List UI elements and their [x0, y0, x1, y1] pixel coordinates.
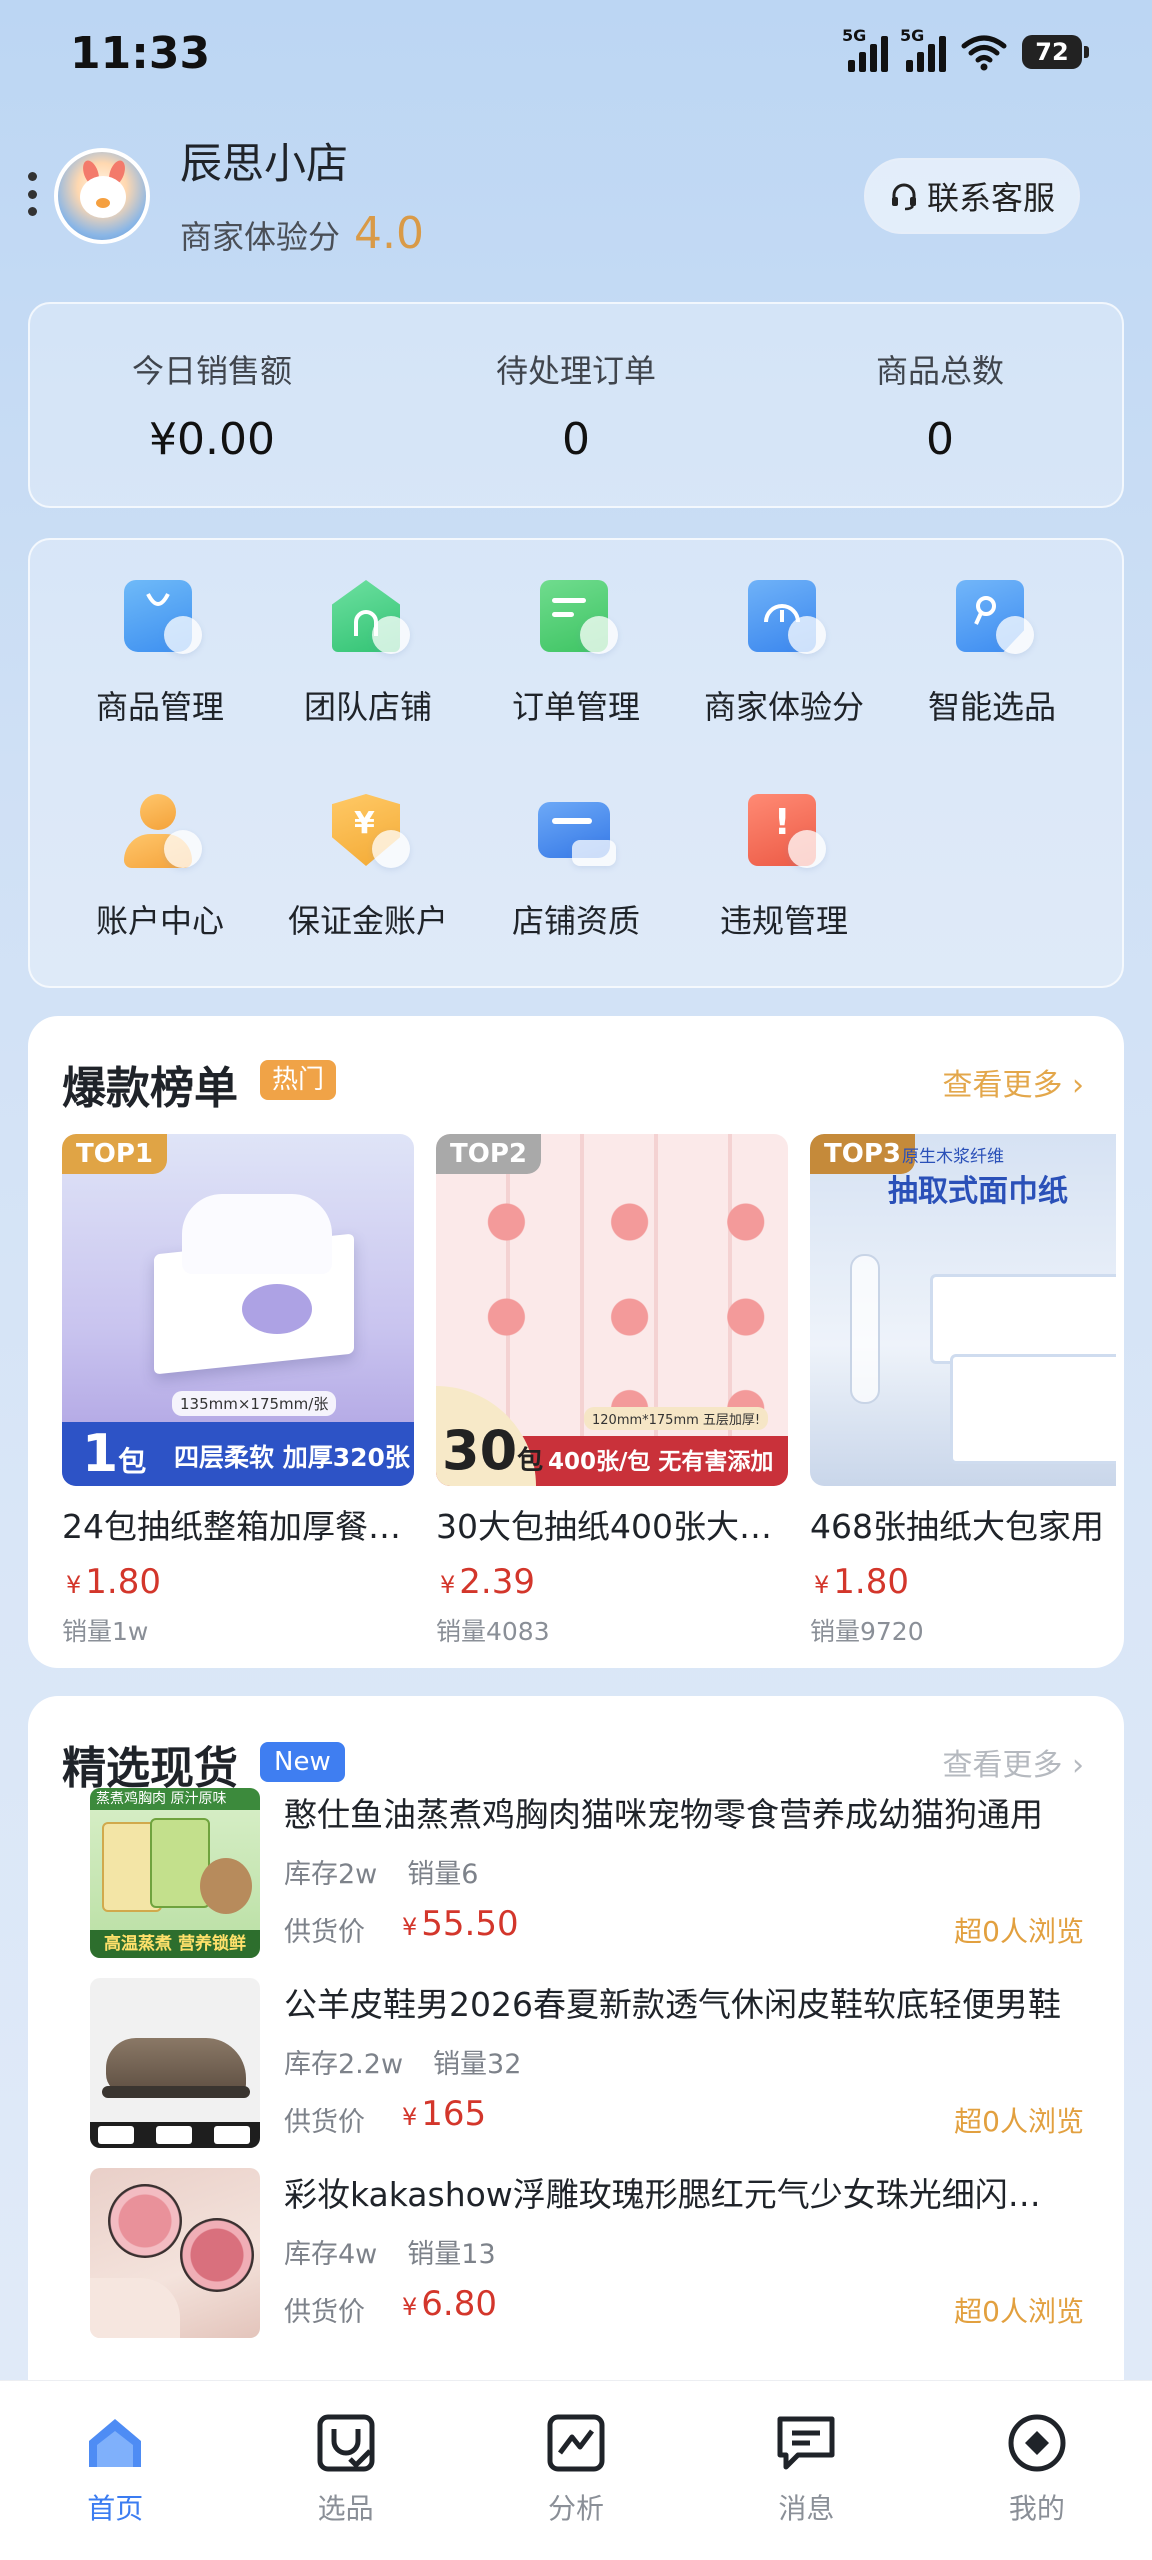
hot-list-scroller[interactable]: TOP1 1包 四层柔软 加厚320张 135mm×175mm/张 24包抽纸整…	[62, 1134, 1116, 1654]
function-menu: 商品管理 团队店铺 订单管理 商家体验分 智能选品 账户中心 ¥ 保证金账户 店…	[28, 538, 1124, 988]
status-icons: 5G 5G 72	[842, 26, 1089, 72]
certificate-icon	[526, 784, 626, 884]
search-tag-icon	[942, 570, 1042, 670]
product-image: TOP2 30包 400张/包 无有害添加 120mm*175mm 五层加厚!	[436, 1134, 788, 1486]
selected-item[interactable]: 蒸煮鸡胸肉 原汁原味 高温蒸煮 营养锁鲜 憨仕鱼油蒸煮鸡胸肉猫咪宠物零食营养成幼…	[90, 1788, 1090, 1960]
store-icon	[318, 570, 418, 670]
selected-goods-section: 精选现货 New 查看更多 › 蒸煮鸡胸肉 原汁原味 高温蒸煮 营养锁鲜 憨仕鱼…	[28, 1696, 1124, 2396]
user-icon	[110, 784, 210, 884]
contact-service-button[interactable]: 联系客服	[864, 158, 1080, 234]
product-price: ¥2.39	[440, 1562, 535, 1602]
product-image	[90, 1978, 260, 2148]
selected-see-more-link[interactable]: 查看更多 ›	[942, 1740, 1084, 1784]
stat-total-products[interactable]: 商品总数 0	[758, 304, 1122, 506]
wifi-icon	[961, 35, 1007, 71]
product-price: ¥1.80	[66, 1562, 161, 1602]
product-name: 24包抽纸整箱加厚餐巾纸家用	[62, 1507, 414, 1546]
product-image	[90, 2168, 260, 2338]
signal-icon: 5G	[842, 26, 888, 72]
selected-item[interactable]: 公羊皮鞋男2026春夏新款透气休闲皮鞋软底轻便男鞋 库存2.2w 销量32 供货价…	[90, 1978, 1090, 2150]
supply-price: ¥55.50	[402, 1904, 519, 1944]
nav-select[interactable]: 选品	[230, 2381, 460, 2560]
select-product-icon	[317, 2414, 375, 2472]
supply-price-label: 供货价	[284, 1917, 365, 1948]
shopping-bag-icon	[110, 570, 210, 670]
hot-item[interactable]: TOP2 30包 400张/包 无有害添加 120mm*175mm 五层加厚! …	[436, 1134, 788, 1648]
product-title: 彩妆kakashow浮雕玫瑰形腮红元气少女珠光细闪腮红	[284, 2175, 1064, 2214]
product-meta: 库存4w 销量13	[284, 2239, 496, 2270]
product-sales: 销量1w	[62, 1617, 149, 1646]
view-count: 超0人浏览	[954, 1915, 1084, 1948]
product-meta: 库存2w 销量6	[284, 1859, 479, 1890]
hot-item[interactable]: TOP1 1包 四层柔软 加厚320张 135mm×175mm/张 24包抽纸整…	[62, 1134, 414, 1648]
analytics-icon	[547, 2414, 605, 2472]
menu-order-management[interactable]: 订单管理	[476, 540, 676, 730]
product-sales: 销量9720	[810, 1617, 924, 1646]
supply-price-label: 供货价	[284, 2107, 365, 2138]
exp-score: 4.0	[354, 208, 424, 259]
hot-item[interactable]: TOP3 原生木浆纤维 抽取式面巾纸 468张抽纸大包家用 ¥1.80 销量97…	[810, 1134, 1116, 1648]
menu-product-management[interactable]: 商品管理	[60, 540, 260, 730]
warning-icon: !	[734, 784, 834, 884]
menu-smart-selection[interactable]: 智能选品	[892, 540, 1092, 730]
menu-merchant-score[interactable]: 商家体验分	[684, 540, 884, 730]
menu-store-qualification[interactable]: 店铺资质	[476, 754, 676, 944]
shop-name: 辰思小店	[180, 139, 349, 188]
hot-list-section: 爆款榜单 热门 查看更多 › TOP1 1包 四层柔软 加厚320张 135mm…	[28, 1016, 1124, 1668]
menu-violation-management[interactable]: ! 违规管理	[684, 754, 884, 944]
status-time: 11:33	[70, 28, 211, 79]
product-meta: 库存2.2w 销量32	[284, 2049, 522, 2080]
nav-messages[interactable]: 消息	[691, 2381, 921, 2560]
bottom-nav: 首页 选品 分析 消息 我的	[0, 2380, 1152, 2560]
status-bar: 11:33 5G 5G 72	[0, 0, 1152, 110]
contact-service-label: 联系客服	[926, 179, 1055, 217]
menu-account-center[interactable]: 账户中心	[60, 754, 260, 944]
experience-score: 商家体验分 4.0	[180, 208, 424, 259]
gauge-icon	[734, 570, 834, 670]
hot-badge: 热门	[260, 1060, 337, 1100]
view-count: 超0人浏览	[954, 2295, 1084, 2328]
product-name: 468张抽纸大包家用	[810, 1507, 1104, 1546]
product-name: 30大包抽纸400张大包整箱	[436, 1507, 788, 1546]
home-icon	[89, 2419, 142, 2467]
product-sales: 销量4083	[436, 1617, 550, 1646]
stats-card: 今日销售额 ¥0.00 待处理订单 0 商品总数 0	[28, 302, 1124, 508]
product-image: TOP1 1包 四层柔软 加厚320张 135mm×175mm/张	[62, 1134, 414, 1486]
order-list-icon	[526, 570, 626, 670]
supply-price: ¥165	[402, 2094, 487, 2134]
signal-icon: 5G	[900, 26, 946, 72]
headset-icon	[891, 183, 916, 211]
product-title: 憨仕鱼油蒸煮鸡胸肉猫咪宠物零食营养成幼猫狗通用	[284, 1795, 1043, 1834]
selected-goods-title: 精选现货	[62, 1743, 238, 1794]
new-badge: New	[260, 1742, 345, 1782]
stat-today-sales[interactable]: 今日销售额 ¥0.00	[30, 304, 394, 506]
product-price: ¥1.80	[814, 1562, 909, 1602]
hot-list-title: 爆款榜单	[62, 1063, 238, 1114]
nav-profile[interactable]: 我的	[922, 2381, 1152, 2560]
product-title: 公羊皮鞋男2026春夏新款透气休闲皮鞋软底轻便男鞋	[284, 1985, 1061, 2024]
profile-icon	[1008, 2414, 1066, 2472]
battery-icon: 72	[1022, 35, 1089, 69]
view-count: 超0人浏览	[954, 2105, 1084, 2138]
supply-price-label: 供货价	[284, 2297, 365, 2328]
more-menu-icon[interactable]	[26, 172, 38, 216]
hot-see-more-link[interactable]: 查看更多 ›	[942, 1060, 1084, 1104]
nav-analytics[interactable]: 分析	[461, 2381, 691, 2560]
product-image: TOP3 原生木浆纤维 抽取式面巾纸	[810, 1134, 1116, 1486]
product-image: 蒸煮鸡胸肉 原汁原味 高温蒸煮 营养锁鲜	[90, 1788, 260, 1958]
nav-home[interactable]: 首页	[0, 2381, 230, 2560]
stat-pending-orders[interactable]: 待处理订单 0	[394, 304, 758, 506]
menu-team-store[interactable]: 团队店铺	[268, 540, 468, 730]
menu-deposit-account[interactable]: ¥ 保证金账户	[268, 754, 468, 944]
shield-yuan-icon: ¥	[318, 784, 418, 884]
supply-price: ¥6.80	[402, 2284, 497, 2324]
message-icon	[777, 2416, 835, 2470]
exp-label: 商家体验分	[180, 218, 341, 256]
avatar[interactable]	[54, 148, 150, 244]
selected-item[interactable]: 彩妆kakashow浮雕玫瑰形腮红元气少女珠光细闪腮红 库存4w 销量13 供货价…	[90, 2168, 1090, 2340]
